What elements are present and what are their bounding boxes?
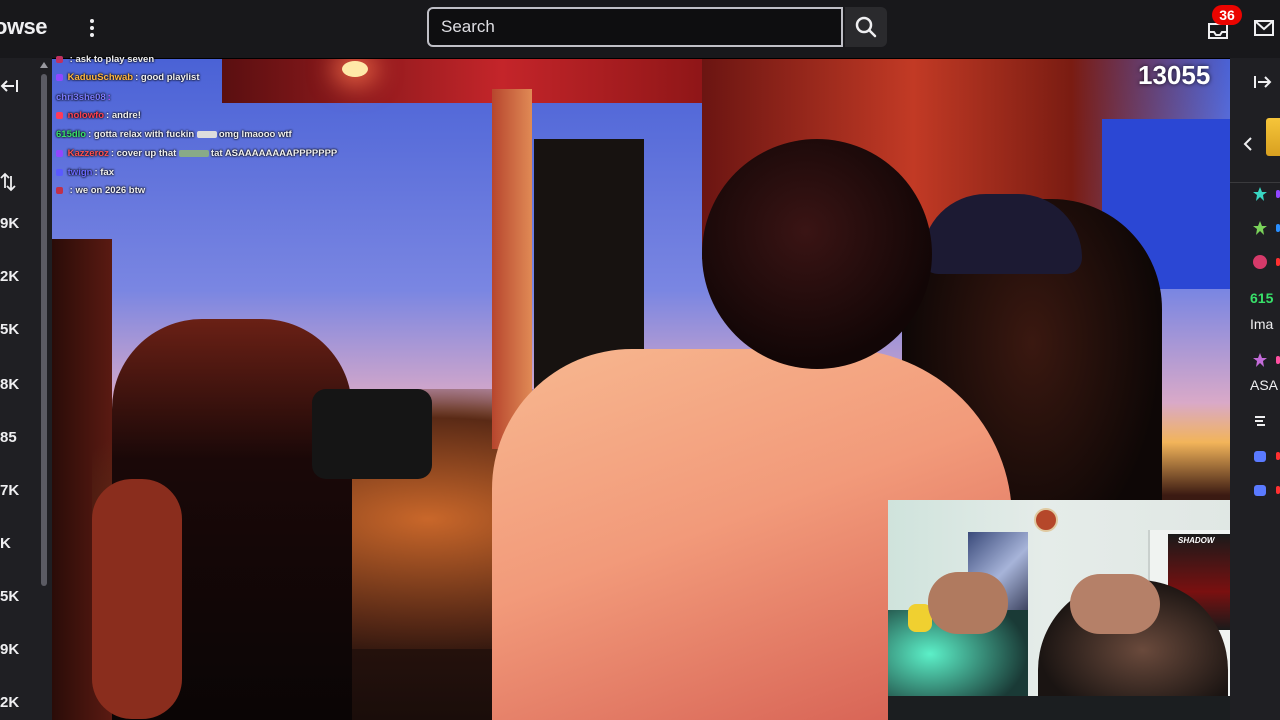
viewer-count[interactable]: 2K <box>0 268 19 285</box>
video-camera <box>312 389 432 479</box>
chevron-left-icon[interactable] <box>1242 136 1254 152</box>
badge-icon <box>56 186 63 194</box>
chat-username: 615dlo <box>56 129 87 140</box>
cam-desk <box>888 696 1280 720</box>
chat-text: ASA <box>1250 377 1279 393</box>
chat-text: : <box>107 92 111 103</box>
chat-username: nolowfo <box>67 110 105 121</box>
chat-color-dot <box>1276 190 1280 198</box>
chat-text: : we on 2026 btw <box>69 185 146 196</box>
badge-icon <box>56 149 63 157</box>
star-badge-icon <box>1253 353 1267 367</box>
star-badge-icon <box>1253 187 1267 201</box>
viewer-count[interactable]: 8K <box>0 376 19 393</box>
streamer-webcam: SHADOW <box>888 500 1280 720</box>
gift-icon[interactable] <box>1266 118 1280 156</box>
sidebar-scrollbar[interactable] <box>41 74 47 586</box>
more-options-icon[interactable] <box>84 16 100 42</box>
badge-icon <box>1254 485 1266 496</box>
stream-viewer-count: 13055 <box>1138 60 1211 90</box>
cam-fist <box>1070 574 1160 634</box>
chat-message: twign: fax <box>56 167 114 178</box>
chat-text: : gotta relax with fuckin <box>88 129 195 140</box>
chat-text: : cover up that <box>110 148 177 159</box>
viewer-count[interactable]: 7K <box>0 482 19 499</box>
top-nav-bar: owse 36 <box>0 0 1280 59</box>
chat-message: Kazzeroz: cover up that tat ASAAAAAAAAPP… <box>56 148 337 159</box>
cam-poster-title: SHADOW <box>1178 536 1215 545</box>
chat-color-dot <box>1276 356 1280 364</box>
viewer-count[interactable]: K <box>0 535 11 552</box>
mail-icon <box>1254 20 1274 36</box>
emote-icon <box>178 149 209 157</box>
cam-fist <box>928 572 1008 634</box>
collapse-chat-icon[interactable] <box>1252 74 1272 90</box>
search-button[interactable] <box>845 7 887 47</box>
viewer-count[interactable]: 5K <box>0 588 19 605</box>
chat-message: chri3she08: <box>56 92 111 103</box>
chat-color-dot <box>1276 258 1280 266</box>
video-head-main <box>702 139 932 369</box>
video-pillar <box>492 89 532 449</box>
badge-icon <box>1254 451 1266 462</box>
chat-username: twign <box>67 167 93 178</box>
divider <box>1230 182 1280 183</box>
badge-icon <box>1253 255 1267 269</box>
badge-icon <box>56 55 63 63</box>
browse-link[interactable]: owse <box>0 14 48 40</box>
collapse-left-icon[interactable] <box>0 78 20 94</box>
chat-text-extra: omg lmaooo wtf <box>218 129 292 140</box>
chat-username: KaduuSchwab <box>67 72 134 83</box>
chat-username: 615 <box>1250 290 1274 306</box>
chat-message: KaduuSchwab: good playlist <box>56 72 199 83</box>
cam-clock <box>1034 508 1058 532</box>
star-badge-icon <box>1253 221 1267 235</box>
badge-icon <box>56 168 63 176</box>
chat-message: nolowfo: andre! <box>56 110 141 121</box>
chat-text: : andre! <box>106 110 141 121</box>
viewer-count[interactable]: 9K <box>0 215 19 232</box>
sort-icon[interactable] <box>0 172 16 192</box>
viewer-count[interactable]: 9K <box>0 641 19 658</box>
notification-badge: 36 <box>1212 5 1242 25</box>
video-arm <box>92 479 182 719</box>
chat-text: : fax <box>94 167 114 178</box>
chat-color-dot <box>1276 486 1280 494</box>
chat-message: : ask to play seven <box>56 54 154 65</box>
viewer-count[interactable]: 2K <box>0 694 19 711</box>
chat-text: : good playlist <box>135 72 200 83</box>
chat-username: Kazzeroz <box>67 148 109 159</box>
search-bar <box>427 7 887 49</box>
chat-message: : we on 2026 btw <box>56 185 145 196</box>
viewer-count[interactable]: 5K <box>0 321 19 338</box>
chat-text: Ima <box>1250 316 1274 332</box>
video-stage-light <box>342 61 368 77</box>
chat-color-dot <box>1276 224 1280 232</box>
chat-color-dot <box>1276 452 1280 460</box>
badge-icon <box>1255 416 1265 426</box>
chat-text: : ask to play seven <box>69 54 155 65</box>
scroll-up-arrow-icon[interactable] <box>39 60 49 70</box>
heart-icon <box>56 111 63 119</box>
search-icon <box>855 16 877 38</box>
chat-text-extra: tat ASAAAAAAAAPPPPPPP <box>210 148 338 159</box>
emote-icon <box>196 130 217 138</box>
chat-username: chri3she08 <box>56 92 106 103</box>
whispers-button[interactable] <box>1252 16 1276 40</box>
search-input[interactable] <box>427 7 843 47</box>
badge-icon <box>56 73 63 81</box>
chat-message: 615dlo: gotta relax with fuckin omg lmao… <box>56 129 292 140</box>
viewer-count[interactable]: 85 <box>0 429 17 446</box>
